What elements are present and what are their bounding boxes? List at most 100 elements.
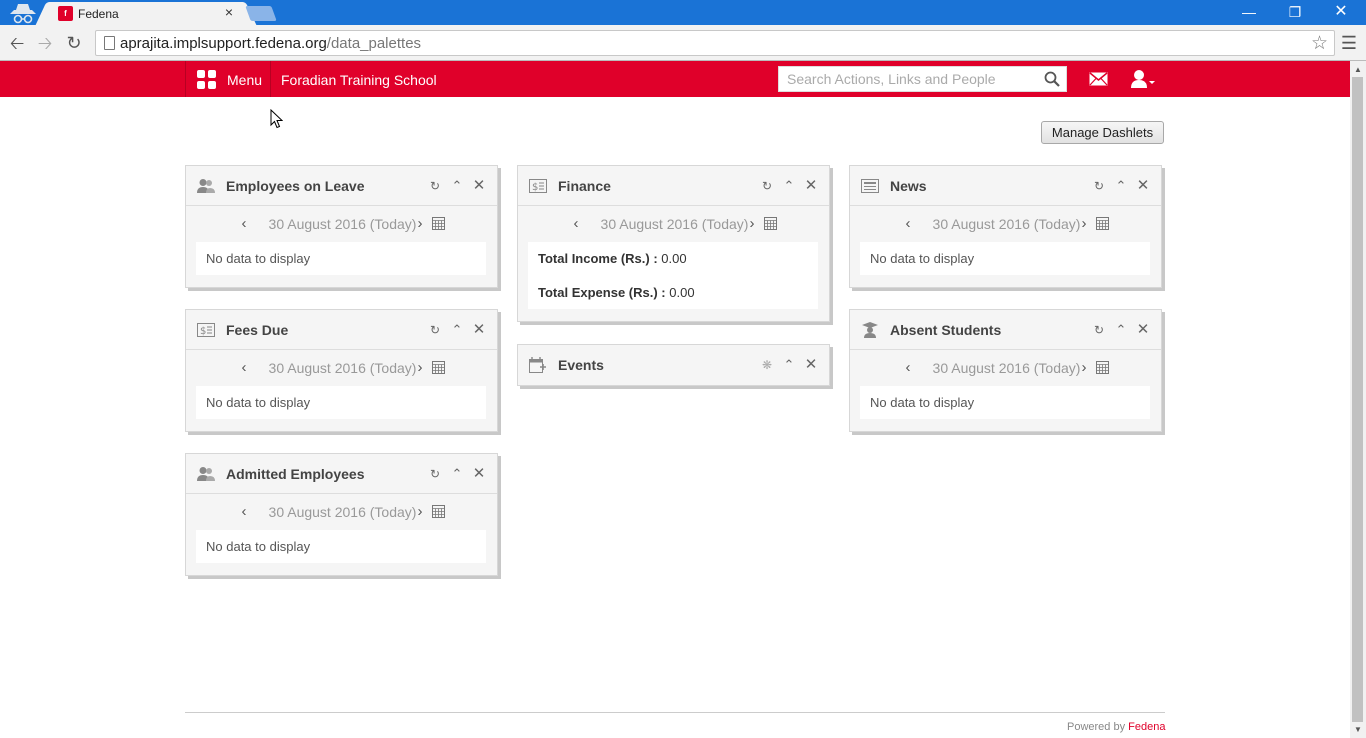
search-input[interactable] (779, 67, 1039, 91)
dashlet-absent-students: Absent Students ↻ ⌃ ✕ 30 August 2016 (To… (849, 309, 1162, 432)
chevron-right-icon[interactable]: › (1078, 359, 1090, 376)
refresh-icon[interactable]: ↻ (428, 322, 442, 338)
chevron-up-icon[interactable]: ⌃ (450, 178, 464, 194)
incognito-icon (10, 4, 36, 24)
address-bar[interactable]: aprajita.implsupport.fedena.org/data_pal… (95, 30, 1335, 56)
fedena-link[interactable]: Fedena (1128, 721, 1165, 733)
app-header: Menu Foradian Training School (0, 61, 1350, 97)
date-label: 30 August 2016 (Today) (600, 216, 749, 232)
scroll-up-icon[interactable]: ▲ (1354, 65, 1362, 74)
scroll-thumb[interactable] (1352, 77, 1363, 722)
chevron-left-icon[interactable]: ‹ (238, 503, 250, 520)
reload-icon[interactable]: ↻ (63, 32, 85, 54)
minimize-icon[interactable]: — (1226, 0, 1272, 25)
tab-title: Fedena (78, 7, 119, 21)
tab-close-icon[interactable]: × (222, 5, 236, 19)
forward-arrow-icon[interactable]: 🡢 (34, 32, 56, 54)
total-expense-row: Total Expense (Rs.) : 0.00 (538, 285, 808, 300)
bookmark-star-icon[interactable]: ☆ (1311, 32, 1328, 55)
refresh-icon[interactable]: ↻ (1092, 322, 1106, 338)
chevron-right-icon[interactable]: › (414, 503, 426, 520)
dashlet-header[interactable]: News ↻ ⌃ ✕ (850, 166, 1161, 206)
close-icon[interactable]: ✕ (804, 178, 818, 194)
calendar-icon[interactable] (764, 217, 777, 230)
dashlet-header[interactable]: Employees on Leave ↻ ⌃ ✕ (186, 166, 497, 206)
chevron-right-icon[interactable]: › (414, 215, 426, 232)
dashlet-title: Finance (558, 178, 611, 194)
chevron-up-icon[interactable]: ⌃ (450, 322, 464, 338)
loading-spinner-icon: ❋ (761, 358, 773, 372)
powered-by-text: Powered by Fedena (1067, 721, 1166, 733)
close-icon[interactable]: ✕ (472, 178, 486, 194)
dashlet-header[interactable]: $ Fees Due ↻ ⌃ ✕ (186, 310, 497, 350)
browser-toolbar: 🡠 🡢 ↻ aprajita.implsupport.fedena.org/da… (0, 25, 1366, 61)
manage-dashlets-button[interactable]: Manage Dashlets (1041, 121, 1164, 144)
close-icon[interactable]: ✕ (472, 322, 486, 338)
calendar-icon[interactable] (432, 361, 445, 374)
close-icon[interactable]: ✕ (472, 466, 486, 482)
chevron-up-icon[interactable]: ⌃ (450, 466, 464, 482)
mouse-cursor-icon (270, 109, 283, 129)
grid-menu-icon (197, 70, 217, 90)
scroll-down-icon[interactable]: ▼ (1354, 725, 1362, 734)
chevron-left-icon[interactable]: ‹ (570, 215, 582, 232)
date-label: 30 August 2016 (Today) (268, 504, 417, 520)
browser-title-bar: f Fedena × — ❐ ✕ (0, 0, 1366, 25)
chevron-left-icon[interactable]: ‹ (238, 359, 250, 376)
mail-icon[interactable] (1089, 72, 1108, 86)
chevron-left-icon[interactable]: ‹ (238, 215, 250, 232)
refresh-icon[interactable]: ↻ (428, 178, 442, 194)
date-label: 30 August 2016 (Today) (932, 360, 1081, 376)
footer-divider (185, 712, 1165, 713)
browser-menu-icon[interactable]: ☰ (1340, 32, 1358, 54)
finance-summary: Total Income (Rs.) : 0.00 Total Expense … (528, 242, 818, 309)
search-box (778, 66, 1067, 92)
menu-button[interactable]: Menu (185, 61, 271, 97)
url-text[interactable]: aprajita.implsupport.fedena.org/data_pal… (120, 35, 421, 52)
dashlet-header[interactable]: $ Finance ↻ ⌃ ✕ (518, 166, 829, 206)
search-icon[interactable] (1044, 71, 1060, 87)
calendar-icon[interactable] (1096, 361, 1109, 374)
close-icon[interactable]: ✕ (804, 357, 818, 373)
dashlet-message: No data to display (196, 242, 486, 275)
dashlet-title: Events (558, 357, 604, 373)
back-arrow-icon[interactable]: 🡠 (6, 32, 28, 54)
dashlet-title: Employees on Leave (226, 178, 365, 194)
new-tab-button[interactable] (245, 6, 277, 21)
calendar-icon[interactable] (432, 217, 445, 230)
calendar-icon[interactable] (432, 505, 445, 518)
dashlet-header[interactable]: Admitted Employees ↻ ⌃ ✕ (186, 454, 497, 494)
chevron-right-icon[interactable]: › (1078, 215, 1090, 232)
dashlet-header[interactable]: Events ❋ ⌃ ✕ (518, 345, 829, 385)
chevron-up-icon[interactable]: ⌃ (1114, 178, 1128, 194)
dashlet-header[interactable]: Absent Students ↻ ⌃ ✕ (850, 310, 1161, 350)
date-navigator: 30 August 2016 (Today) ‹ › (850, 206, 1161, 242)
school-name-link[interactable]: Foradian Training School (281, 72, 437, 88)
close-icon[interactable]: ✕ (1136, 178, 1150, 194)
chevron-left-icon[interactable]: ‹ (902, 215, 914, 232)
total-income-value: 0.00 (661, 251, 687, 266)
date-label: 30 August 2016 (Today) (268, 360, 417, 376)
fees-icon: $ (197, 323, 215, 337)
refresh-icon[interactable]: ↻ (1092, 178, 1106, 194)
user-account-icon[interactable] (1130, 69, 1156, 89)
chevron-up-icon[interactable]: ⌃ (782, 178, 796, 194)
browser-tab[interactable]: f Fedena × (48, 2, 244, 25)
restore-icon[interactable]: ❐ (1272, 0, 1318, 25)
date-label: 30 August 2016 (Today) (932, 216, 1081, 232)
chevron-right-icon[interactable]: › (746, 215, 758, 232)
date-label: 30 August 2016 (Today) (268, 216, 417, 232)
page-scrollbar[interactable]: ▲ ▼ (1350, 61, 1366, 738)
chevron-right-icon[interactable]: › (414, 359, 426, 376)
close-icon[interactable]: ✕ (1136, 322, 1150, 338)
chevron-up-icon[interactable]: ⌃ (782, 357, 796, 373)
chevron-up-icon[interactable]: ⌃ (1114, 322, 1128, 338)
chevron-left-icon[interactable]: ‹ (902, 359, 914, 376)
refresh-icon[interactable]: ↻ (428, 466, 442, 482)
calendar-icon[interactable] (1096, 217, 1109, 230)
page-icon (104, 36, 115, 50)
window-close-icon[interactable]: ✕ (1318, 0, 1364, 25)
date-navigator: 30 August 2016 (Today) ‹ › (850, 350, 1161, 386)
refresh-icon[interactable]: ↻ (760, 178, 774, 194)
dashlet-admitted-employees: Admitted Employees ↻ ⌃ ✕ 30 August 2016 … (185, 453, 498, 576)
